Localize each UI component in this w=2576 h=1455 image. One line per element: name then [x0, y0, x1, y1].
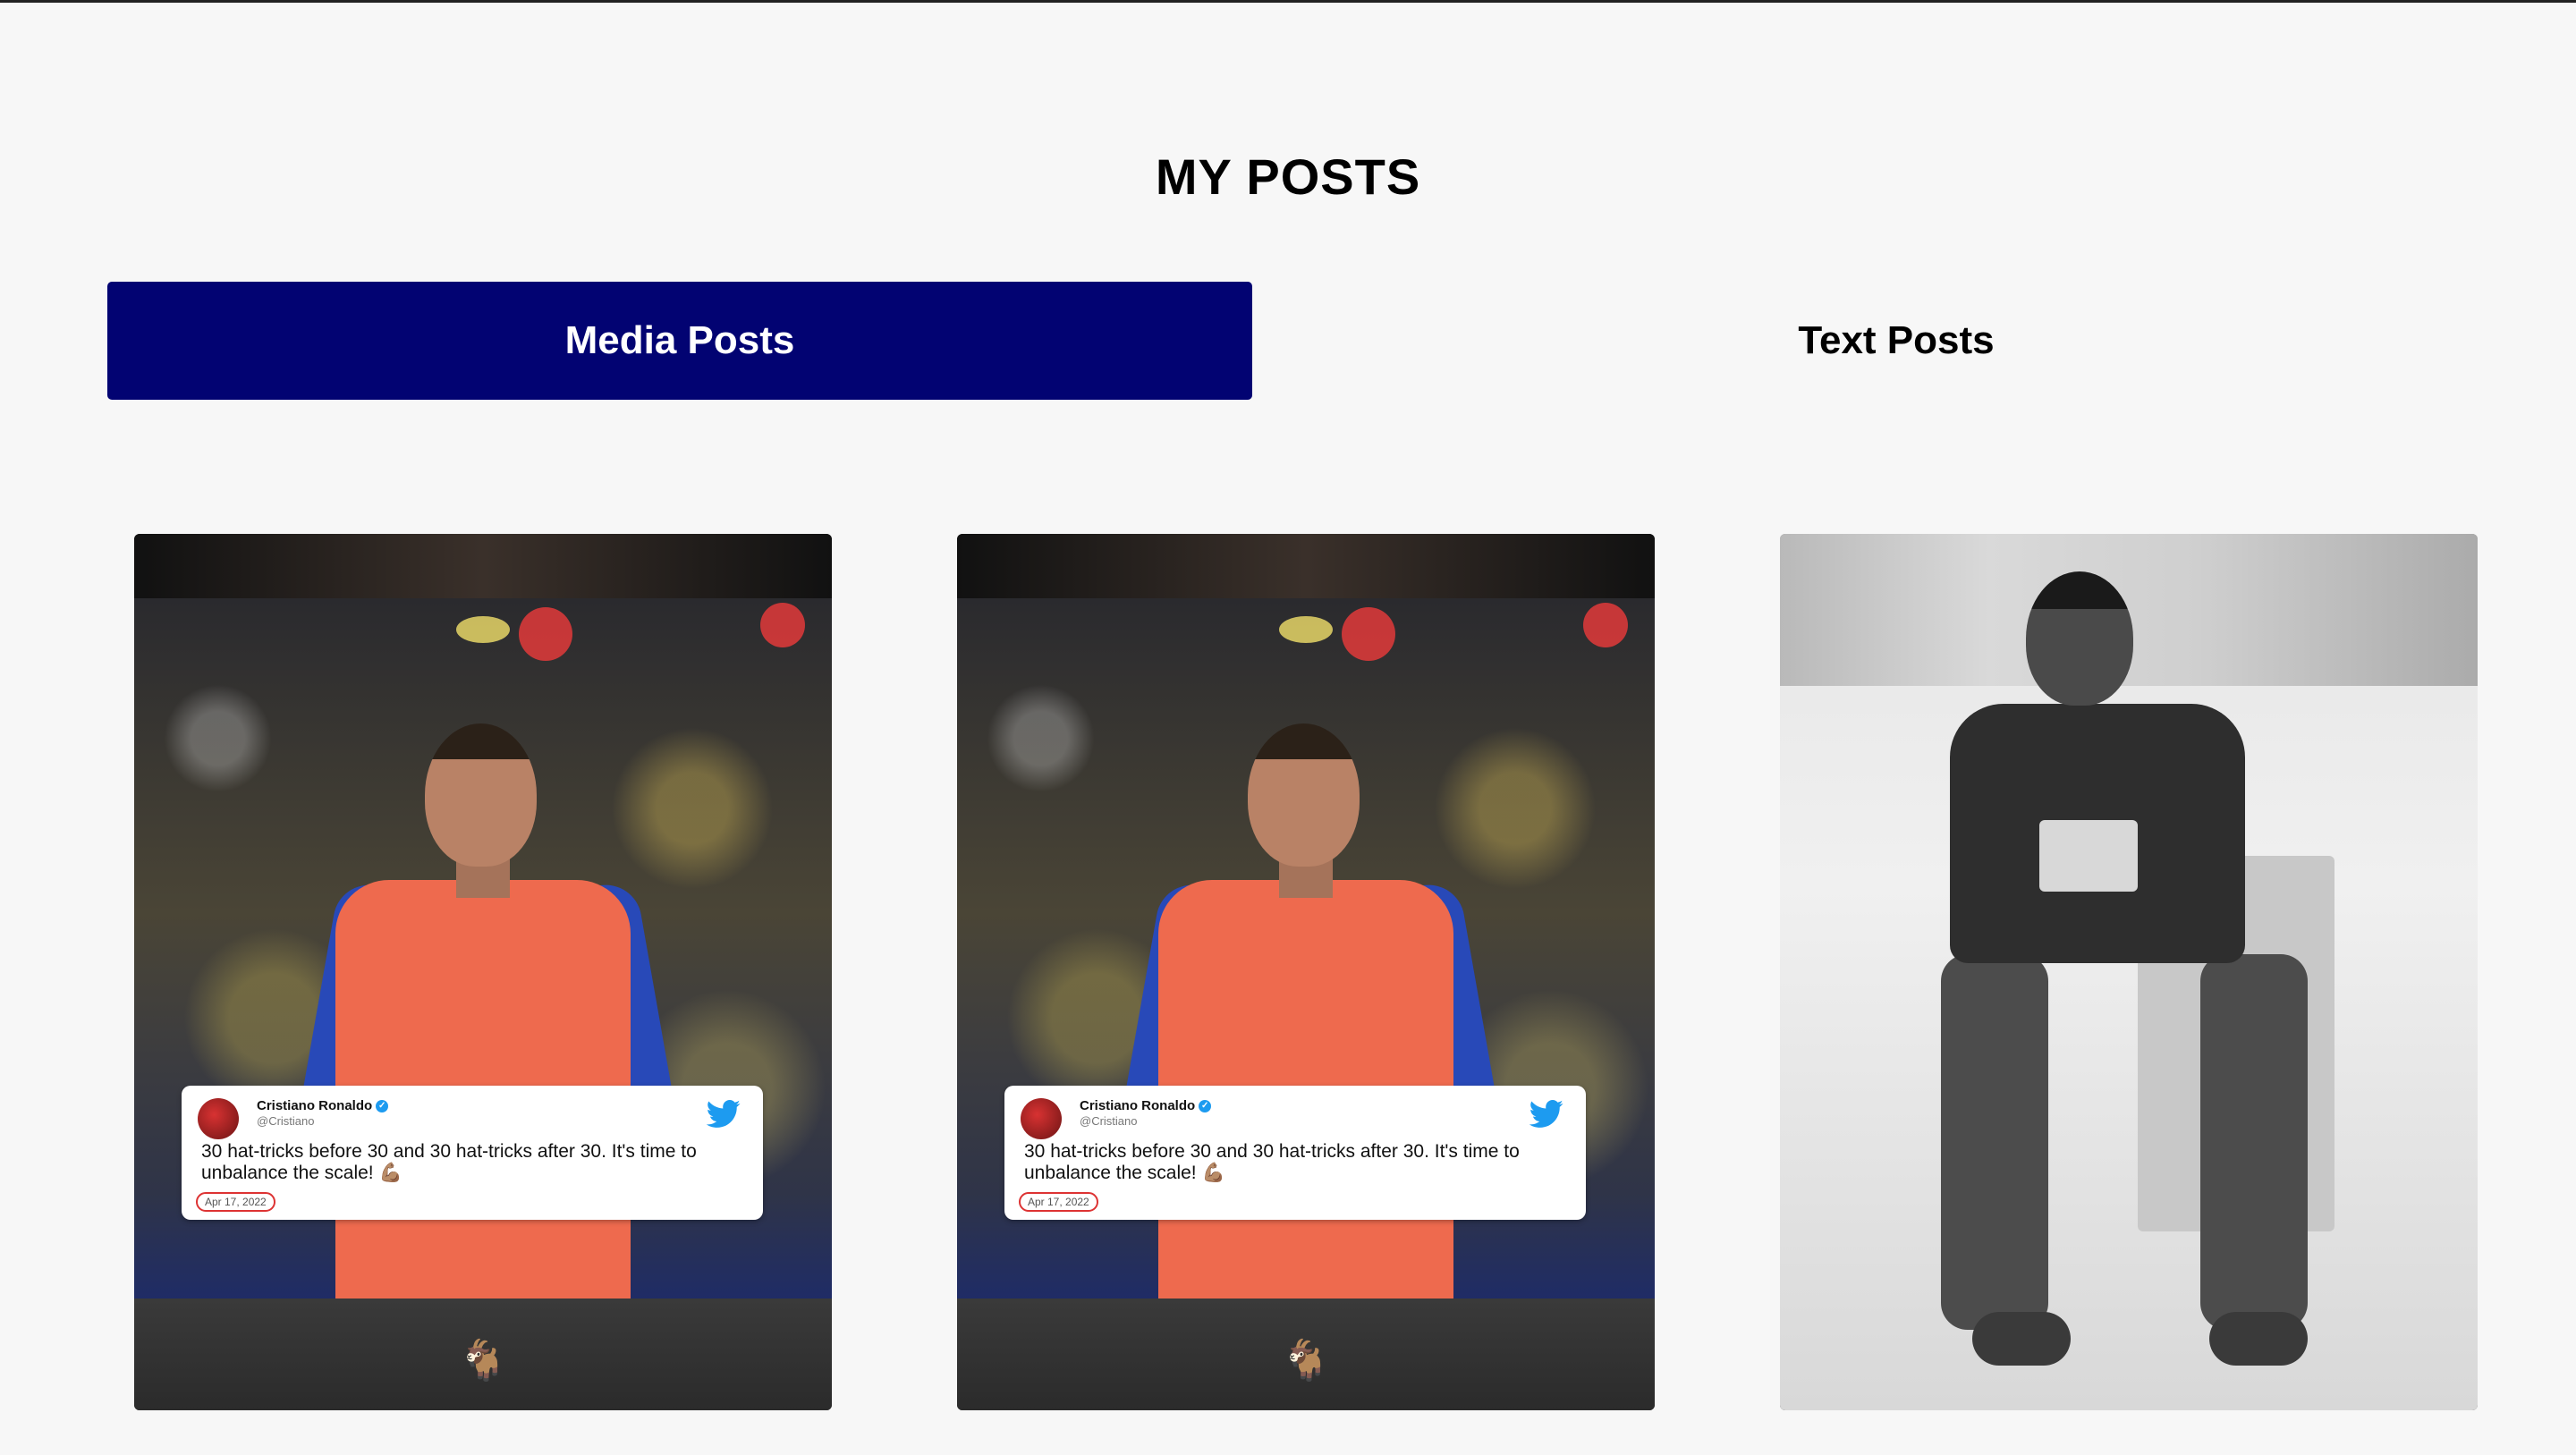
person-head [2026, 571, 2133, 706]
tweet-date: Apr 17, 2022 [196, 1192, 275, 1212]
post-image [1780, 534, 2478, 1410]
goat-icon: 🐐 [1281, 1338, 1331, 1383]
media-posts-grid: Cristiano Ronaldo ✓ @Cristiano 30 hat-tri… [134, 534, 2478, 1410]
post-image-bottombar: 🐐 [134, 1299, 832, 1410]
person-shoe [2209, 1312, 2308, 1366]
tweet-avatar [1021, 1098, 1062, 1139]
stadium-light-red [519, 607, 572, 661]
media-post-card[interactable]: Cristiano Ronaldo ✓ @Cristiano 30 hat-tri… [957, 534, 1655, 1410]
tweet-card: Cristiano Ronaldo ✓ @Cristiano 30 hat-tri… [1004, 1086, 1586, 1220]
twitter-bird-icon [706, 1100, 741, 1129]
person-leg [1941, 954, 2048, 1330]
media-post-card[interactable] [1780, 534, 2478, 1410]
tweet-date: Apr 17, 2022 [1019, 1192, 1098, 1212]
goat-icon: 🐐 [458, 1338, 508, 1383]
tweet-handle: @Cristiano [1080, 1114, 1138, 1128]
post-type-tabs: Media Posts Text Posts [107, 282, 2469, 400]
media-post-card[interactable]: Cristiano Ronaldo ✓ @Cristiano 30 hat-tri… [134, 534, 832, 1410]
stadium-light [1279, 616, 1333, 643]
verified-icon: ✓ [1199, 1100, 1212, 1113]
stadium-light-red [1583, 603, 1628, 647]
twitter-bird-icon [1529, 1100, 1564, 1129]
tweet-text: 30 hat-tricks before 30 and 30 hat-trick… [1024, 1141, 1520, 1183]
tab-media-posts[interactable]: Media Posts [107, 282, 1252, 400]
post-image-bottombar: 🐐 [957, 1299, 1655, 1410]
person-shoe [1972, 1312, 2071, 1366]
tweet-avatar [198, 1098, 239, 1139]
page-title: MY POSTS [1155, 148, 1421, 205]
post-image-topbar [957, 534, 1655, 598]
post-image-topbar [134, 534, 832, 598]
tweet-author-name: Cristiano Ronaldo [257, 1098, 373, 1113]
verified-icon: ✓ [376, 1100, 389, 1113]
tweet-handle: @Cristiano [257, 1114, 315, 1128]
stadium-light-red [760, 603, 805, 647]
tab-text-posts[interactable]: Text Posts [1324, 282, 2469, 400]
tweet-text: 30 hat-tricks before 30 and 30 hat-trick… [201, 1141, 697, 1183]
stadium-light-red [1342, 607, 1395, 661]
tweet-author-name: Cristiano Ronaldo [1080, 1098, 1196, 1113]
stadium-light [456, 616, 510, 643]
player-head [425, 723, 537, 867]
shirt-print [2039, 820, 2138, 892]
tweet-card: Cristiano Ronaldo ✓ @Cristiano 30 hat-tri… [182, 1086, 763, 1220]
player-head [1248, 723, 1360, 867]
person-leg [2200, 954, 2308, 1330]
top-border [0, 0, 2576, 3]
